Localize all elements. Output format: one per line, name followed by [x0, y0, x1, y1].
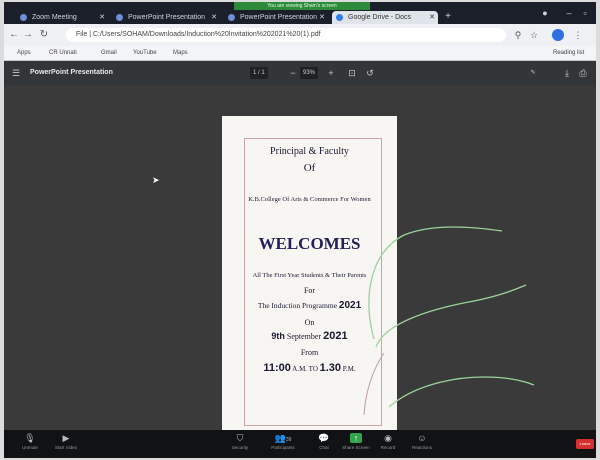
share-screen-icon: ↑: [350, 433, 362, 443]
button-label: Participants: [271, 445, 295, 450]
start-video-button[interactable]: ▶ Start Video: [52, 433, 80, 455]
screen-frame: You are viewing Sham's screen Zoom Meeti…: [4, 2, 596, 458]
url-input[interactable]: File | C:/Users/SOHAM/Downloads/Inductio…: [66, 28, 506, 42]
profile-avatar[interactable]: [552, 29, 564, 41]
page-number-field[interactable]: 1 / 1: [250, 67, 268, 79]
tab-zoom[interactable]: Zoom Meeting ✕: [16, 11, 108, 24]
bookmarks-bar: Apps CR Unnati Gmail YouTube Maps Readin…: [4, 46, 596, 61]
close-icon[interactable]: ✕: [429, 11, 435, 24]
bookmark-youtube[interactable]: YouTube: [124, 46, 157, 60]
zoom-lens-icon[interactable]: ⚲: [512, 29, 524, 41]
menu-icon[interactable]: ☰: [10, 67, 22, 79]
button-label: Record: [380, 445, 396, 450]
reactions-button[interactable]: ☺ Reactions: [408, 433, 436, 455]
back-icon[interactable]: ←: [8, 29, 20, 41]
address-bar: ← → ↻ File | C:/Users/SOHAM/Downloads/In…: [4, 24, 596, 46]
bookmark-apps[interactable]: Apps: [8, 46, 31, 60]
unmute-button[interactable]: 🎙 Unmute: [16, 433, 44, 455]
close-icon[interactable]: ✕: [211, 11, 217, 24]
screen-share-banner: You are viewing Sham's screen: [234, 2, 370, 10]
button-label: Security: [231, 445, 249, 450]
security-button[interactable]: ⛉ Security: [226, 433, 254, 455]
reactions-icon: ☺: [417, 433, 427, 443]
meeting-controls: 🎙 Unmute ▶ Start Video ⛉ Security 👥39 Pa…: [4, 430, 596, 458]
participants-icon: 👥39: [274, 433, 292, 443]
participants-count: 39: [285, 437, 292, 443]
tab-label: Zoom Meeting: [32, 14, 77, 21]
bookmark-maps[interactable]: Maps: [164, 46, 188, 60]
page-favicon-icon: [116, 14, 123, 21]
tab-label: PowerPoint Presentation: [240, 14, 318, 21]
button-label: Start Video: [54, 445, 78, 450]
participants-button[interactable]: 👥39 Participants: [266, 433, 300, 455]
shield-icon: ⛉: [236, 433, 244, 443]
page-favicon-icon: [228, 14, 235, 21]
reading-list-icon: [544, 50, 550, 56]
tab-drive[interactable]: Google Drive - Docs ✕: [332, 11, 438, 24]
reload-icon[interactable]: ↻: [38, 29, 50, 41]
button-label: Unmute: [22, 445, 38, 450]
youtube-icon: [124, 50, 130, 56]
bookmark-label: Reading list: [553, 50, 585, 56]
camera-icon: ▶: [62, 433, 70, 443]
pdf-toolbar: ☰ PowerPoint Presentation 1 / 1 − 93% + …: [4, 61, 596, 85]
bookmark-label: Gmail: [101, 50, 117, 56]
more-menu-icon[interactable]: ⋮: [572, 29, 584, 41]
tab-label: Google Drive - Docs: [348, 14, 412, 21]
bookmark-label: YouTube: [133, 50, 157, 56]
tab-powerpoint-2[interactable]: PowerPoint Presentation ✕: [224, 11, 328, 24]
bookmark-label: Apps: [17, 50, 31, 56]
browser-tab-strip: You are viewing Sham's screen Zoom Meeti…: [4, 2, 596, 24]
button-label: Chat: [319, 445, 329, 450]
microphone-icon: 🎙: [24, 433, 36, 443]
rotate-icon[interactable]: ↺: [364, 67, 376, 79]
apps-grid-icon: [8, 50, 14, 56]
button-label: Share Screen: [342, 445, 370, 450]
chat-icon: 💬: [318, 433, 330, 443]
zoom-favicon-icon: [20, 14, 27, 21]
forward-icon[interactable]: →: [22, 29, 34, 41]
record-icon: ◉: [384, 433, 392, 443]
zoom-level-field[interactable]: 93%: [300, 67, 319, 79]
zoom-in-icon[interactable]: +: [326, 67, 336, 79]
bookmark-star-icon[interactable]: ☆: [528, 29, 540, 41]
zoom-out-icon[interactable]: −: [288, 67, 298, 79]
leave-button[interactable]: Leave: [576, 439, 594, 449]
annotation-tool-icon[interactable]: ✎: [524, 67, 542, 79]
close-icon[interactable]: ✕: [319, 11, 325, 24]
chat-button[interactable]: 💬 Chat: [310, 433, 338, 455]
maps-icon: [164, 50, 170, 56]
tab-powerpoint-1[interactable]: PowerPoint Presentation ✕: [112, 11, 220, 24]
bookmark-cr[interactable]: CR Unnati: [40, 46, 77, 60]
new-tab-icon[interactable]: +: [442, 11, 454, 23]
pdf-canvas[interactable]: ➤ Principal & Faculty Of K.B.College Of …: [4, 85, 596, 430]
share-screen-button[interactable]: ↑ Share Screen: [342, 433, 370, 455]
bookmark-label: CR Unnati: [49, 50, 77, 56]
annotation-scribble: [363, 226, 535, 416]
pdf-title: PowerPoint Presentation: [30, 69, 113, 76]
drive-favicon-icon: [336, 14, 343, 21]
bookmark-gmail[interactable]: Gmail: [92, 46, 117, 60]
record-button[interactable]: ◉ Record: [374, 433, 402, 455]
print-icon[interactable]: ⎙: [578, 67, 588, 79]
button-label: Reactions: [411, 445, 432, 450]
bookmark-label: Maps: [173, 50, 188, 56]
minimize-icon[interactable]: –: [564, 8, 574, 18]
tab-label: PowerPoint Presentation: [128, 14, 206, 21]
reading-list[interactable]: Reading list: [544, 46, 584, 60]
close-icon[interactable]: ✕: [99, 11, 105, 24]
restore-icon[interactable]: ▫: [580, 8, 590, 18]
bookmark-icon: [40, 50, 46, 56]
record-dot-icon: ●: [542, 8, 548, 18]
download-icon[interactable]: ⤓: [562, 67, 572, 79]
fit-page-icon[interactable]: ⊡: [346, 67, 358, 79]
gmail-icon: [92, 50, 98, 56]
